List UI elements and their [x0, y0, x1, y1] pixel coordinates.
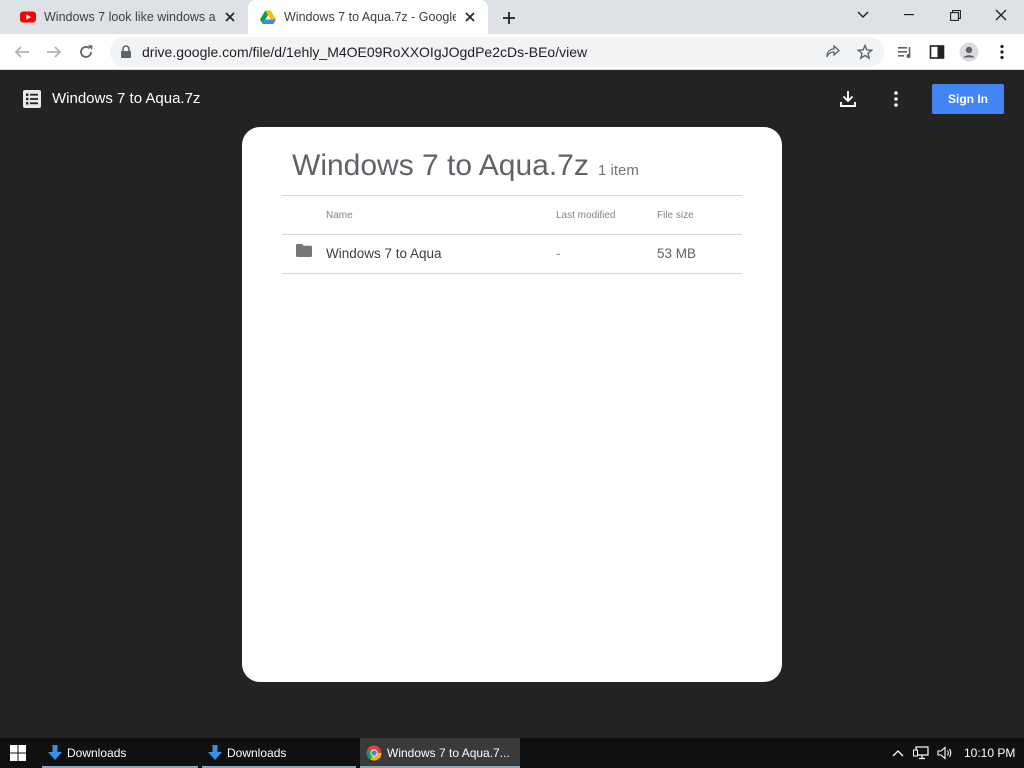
- row-file-size: 53 MB: [657, 246, 697, 261]
- minimize-button[interactable]: [886, 0, 932, 30]
- bookmark-button[interactable]: [856, 43, 874, 61]
- profile-button[interactable]: [959, 42, 979, 62]
- new-tab-button[interactable]: [498, 7, 520, 29]
- taskbar-item-chrome[interactable]: Windows 7 to Aqua.7...: [360, 738, 520, 768]
- column-header-file-size: File size: [657, 210, 694, 221]
- tab-strip: Windows 7 look like windows aqua Windows…: [0, 0, 1024, 34]
- restore-button[interactable]: [932, 0, 978, 30]
- url-text[interactable]: drive.google.com/file/d/1ehly_M4OE09RoXX…: [142, 44, 587, 60]
- divider: [282, 195, 742, 196]
- youtube-icon: [20, 11, 36, 23]
- chrome-icon: [366, 745, 382, 761]
- close-tab-icon[interactable]: [222, 9, 238, 25]
- divider: [282, 234, 742, 235]
- archive-contents-card: Windows 7 to Aqua.7z 1 item Name Last mo…: [242, 127, 782, 682]
- side-panel-button[interactable]: [927, 42, 947, 62]
- avatar-icon: [959, 42, 979, 62]
- show-hidden-icons-button[interactable]: [890, 745, 906, 761]
- chevron-down-icon: [857, 11, 869, 18]
- row-name[interactable]: Windows 7 to Aqua: [326, 246, 442, 261]
- reload-button[interactable]: [74, 40, 98, 64]
- column-header-name: Name: [326, 210, 353, 221]
- arrow-left-icon: [14, 46, 29, 58]
- tab-title: Windows 7 to Aqua.7z - Google Drive: [284, 10, 456, 24]
- taskbar-item-downloads[interactable]: Downloads: [202, 738, 356, 768]
- drive-viewer-header: Windows 7 to Aqua.7z Sign In: [0, 71, 1024, 127]
- address-bar[interactable]: drive.google.com/file/d/1ehly_M4OE09RoXX…: [110, 37, 884, 67]
- media-list-icon: [898, 47, 911, 58]
- row-last-modified: -: [556, 246, 561, 261]
- close-tab-icon[interactable]: [462, 9, 478, 25]
- network-button[interactable]: [913, 745, 929, 761]
- reload-icon: [80, 45, 93, 58]
- google-drive-icon: [260, 10, 276, 24]
- back-button[interactable]: [10, 40, 34, 64]
- download-button[interactable]: [836, 87, 860, 111]
- download-arrow-icon: [48, 745, 62, 760]
- system-clock[interactable]: 10:10 PM: [964, 746, 1015, 760]
- taskbar-item-label: Downloads: [67, 746, 127, 760]
- tab-google-drive[interactable]: Windows 7 to Aqua.7z - Google Drive: [248, 0, 488, 34]
- kebab-menu-icon: [1000, 44, 1004, 60]
- browser-menu-button[interactable]: [992, 42, 1012, 62]
- download-arrow-icon: [208, 745, 222, 760]
- minimize-icon: [904, 14, 914, 16]
- start-button[interactable]: [0, 738, 36, 768]
- network-icon: [913, 746, 929, 760]
- sign-in-button[interactable]: Sign In: [932, 84, 1004, 114]
- windows-taskbar: Downloads Downloads Windows 7 to Aqua.7.…: [0, 738, 1024, 768]
- kebab-menu-icon: [894, 91, 898, 107]
- share-button[interactable]: [824, 43, 842, 61]
- browser-toolbar: drive.google.com/file/d/1ehly_M4OE09RoXX…: [0, 34, 1024, 70]
- lock-icon[interactable]: [120, 45, 132, 59]
- folder-icon: [296, 244, 312, 257]
- tab-search-button[interactable]: [840, 0, 886, 30]
- windows-logo-icon: [10, 745, 26, 761]
- taskbar-item-label: Downloads: [227, 746, 287, 760]
- forward-button[interactable]: [42, 40, 66, 64]
- more-actions-button[interactable]: [884, 87, 908, 111]
- close-window-button[interactable]: [978, 0, 1024, 30]
- star-icon: [857, 44, 873, 60]
- archive-file-icon: [23, 90, 41, 108]
- reading-list-button[interactable]: [895, 42, 915, 62]
- restore-icon: [949, 9, 961, 21]
- taskbar-item-downloads[interactable]: Downloads: [42, 738, 198, 768]
- taskbar-item-label: Windows 7 to Aqua.7...: [387, 746, 510, 760]
- speaker-icon: [937, 746, 952, 760]
- chevron-up-icon: [892, 750, 904, 757]
- arrow-right-icon: [47, 46, 62, 58]
- column-header-last-modified: Last modified: [556, 210, 616, 221]
- close-icon: [995, 9, 1007, 21]
- download-icon: [840, 91, 856, 107]
- tab-youtube[interactable]: Windows 7 look like windows aqua: [0, 0, 248, 34]
- tab-title: Windows 7 look like windows aqua: [44, 10, 216, 24]
- side-panel-icon: [929, 45, 945, 59]
- divider: [282, 273, 742, 274]
- item-count: 1 item: [598, 162, 639, 179]
- archive-title: Windows 7 to Aqua.7z: [292, 149, 589, 182]
- volume-button[interactable]: [937, 745, 953, 761]
- plus-icon: [503, 12, 515, 24]
- share-icon: [826, 44, 840, 58]
- file-title: Windows 7 to Aqua.7z: [52, 90, 201, 107]
